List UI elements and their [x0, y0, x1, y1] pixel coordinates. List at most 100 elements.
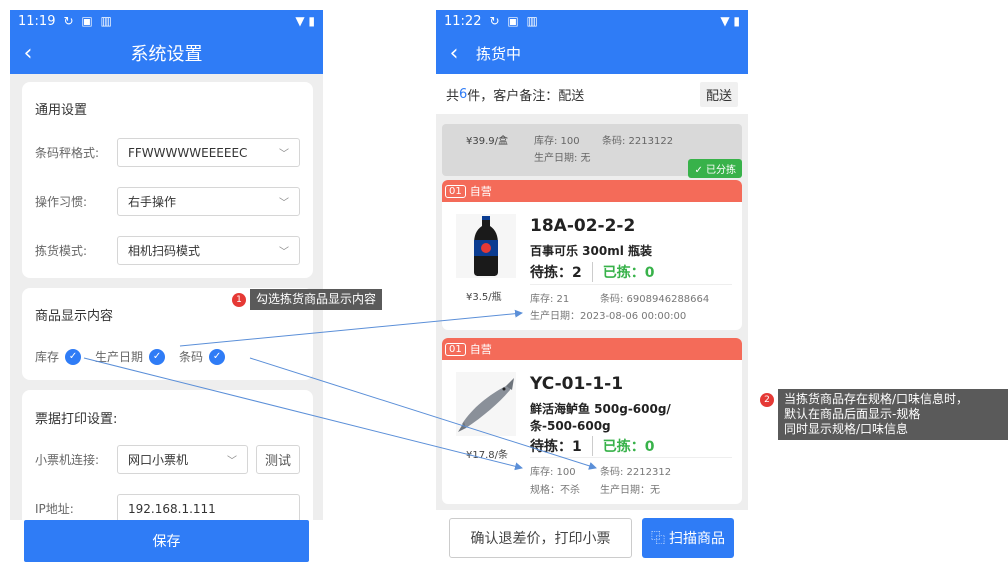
- app-bar: ‹ 系统设置: [10, 32, 323, 74]
- item-stock: 库存: 21: [530, 294, 570, 305]
- annotation-1: 1 勾选拣货商品显示内容: [232, 289, 383, 310]
- chevron-down-icon: ﹀: [226, 456, 237, 467]
- item-price: ¥39.9/盒: [466, 136, 508, 147]
- annotation-line: 同时显示规格/口味信息: [784, 422, 909, 436]
- save-bar: 保存: [10, 520, 323, 562]
- back-icon[interactable]: ‹: [436, 41, 472, 66]
- item-price: ¥3.5/瓶: [466, 292, 502, 303]
- item-name-line2: 条-500-600g: [530, 419, 611, 433]
- summary-prefix: 共: [446, 88, 460, 104]
- scan-button[interactable]: ⿻ 扫描商品: [642, 518, 734, 558]
- confirm-print-button[interactable]: 确认退差价，打印小票: [449, 518, 632, 558]
- ip-label: IP地址:: [35, 502, 74, 516]
- picking-screen: 11:22 ↻ ▣ ▥ ▼ ▮ ‹ 拣货中 共 6 件，客户备注：配送 配送 ¥39…: [436, 10, 748, 562]
- scan-button-label: 扫描商品: [669, 531, 725, 547]
- status-bar: 11:19 ↻ ▣ ▥ ▼ ▮: [10, 10, 323, 32]
- general-settings-card: 通用设置 条码秤格式: FFWWWWWEEEEEC ﹀ 操作习惯: 右手操作 ﹀…: [22, 82, 313, 278]
- annotation-number: 2: [760, 393, 774, 407]
- item-barcode: 条码: 6908946288664: [600, 294, 710, 305]
- check-icon: ✓: [65, 348, 82, 365]
- item-stock: 库存: 100: [530, 467, 576, 478]
- annotation-line: 当拣货商品存在规格/口味信息时，: [784, 392, 969, 406]
- scan-icon: ⿻: [651, 531, 665, 547]
- checkbox-barcode-label: 条码: [179, 350, 204, 364]
- habit-label: 操作习惯:: [35, 195, 88, 209]
- printer-label: 小票机连接:: [35, 453, 100, 467]
- settings-screen: 11:19 ↻ ▣ ▥ ▼ ▮ ‹ 系统设置 通用设置 条码秤格式: FFWWW…: [10, 10, 323, 562]
- item-date: 生产日期: 无: [534, 153, 591, 164]
- cola-bottle-image: [456, 214, 516, 278]
- ip-input[interactable]: 192.168.1.111: [117, 494, 300, 523]
- summary-remark: 件，客户备注：配送: [467, 88, 585, 104]
- barcode-format-row: 条码秤格式: FFWWWWWEEEEEC ﹀: [35, 138, 300, 167]
- pick-status: 待拣：2 已拣：0: [530, 262, 655, 282]
- item-name: 鲜活海鲈鱼 500g-600g/: [530, 402, 671, 416]
- barcode-format-select[interactable]: FFWWWWWEEEEEC ﹀: [117, 138, 300, 167]
- annotation-line: 默认在商品后面显示-规格: [784, 407, 921, 421]
- status-icons: ↻ ▣ ▥: [489, 14, 540, 28]
- pick-mode-label: 拣货模式:: [35, 244, 88, 258]
- checkbox-stock-label: 库存: [35, 350, 60, 364]
- pick-mode-select[interactable]: 相机扫码模式 ﹀: [117, 236, 300, 265]
- item-date: 生产日期：无: [600, 485, 660, 496]
- status-icons: ↻ ▣ ▥: [63, 14, 114, 28]
- item-type: 自营: [469, 185, 492, 198]
- barcode-format-value: FFWWWWWEEEEEC: [128, 145, 248, 160]
- item-price: ¥17.8/条: [466, 450, 508, 461]
- signal-battery-icon: ▼ ▮: [720, 14, 740, 28]
- item-location: 18A-02-2-2: [530, 216, 636, 236]
- page-title: 拣货中: [476, 44, 522, 63]
- item-no: 01: [445, 184, 466, 198]
- item-barcode: 条码: 2212312: [600, 467, 672, 478]
- printer-select[interactable]: 网口小票机 ﹀: [117, 445, 248, 474]
- item-stock: 库存: 100: [534, 136, 580, 147]
- habit-select[interactable]: 右手操作 ﹀: [117, 187, 300, 216]
- list-item[interactable]: 01 自营 18A-02-2-2 百事可乐 300ml 瓶装 待拣：2 已拣：0…: [442, 180, 742, 330]
- page-title: 系统设置: [130, 44, 203, 65]
- fish-image: [456, 372, 516, 436]
- display-heading: 商品显示内容: [35, 309, 114, 324]
- habit-value: 右手操作: [128, 195, 177, 209]
- ip-row: IP地址: 192.168.1.111: [35, 494, 300, 523]
- item-location: YC-01-1-1: [530, 374, 624, 394]
- test-button[interactable]: 测试: [255, 445, 300, 474]
- picked-badge: ✓ 已分拣: [688, 159, 742, 178]
- item-barcode: 条码: 2213122: [602, 136, 674, 147]
- annotation-text: 勾选拣货商品显示内容: [250, 289, 383, 310]
- printer-value: 网口小票机: [128, 453, 189, 467]
- list-item[interactable]: 01 自营 YC-01-1-1 鲜活海鲈鱼 500g-600g/ 条-500-6…: [442, 338, 742, 504]
- checkbox-production-date[interactable]: 生产日期 ✓: [95, 348, 166, 365]
- barcode-format-label: 条码秤格式:: [35, 146, 100, 160]
- checkbox-date-label: 生产日期: [95, 350, 144, 364]
- printer-row: 小票机连接: 网口小票机 ﹀ 测试: [35, 445, 300, 474]
- divider: [530, 284, 732, 285]
- back-icon[interactable]: ‹: [10, 41, 46, 66]
- app-bar: ‹ 拣货中: [436, 32, 748, 74]
- picked-item[interactable]: ¥39.9/盒 库存: 100 条码: 2213122 生产日期: 无 ✓ 已分…: [442, 124, 742, 178]
- delivery-tag: 配送: [699, 81, 738, 107]
- item-count: 6: [459, 86, 468, 102]
- pick-status: 待拣：1 已拣：0: [530, 436, 655, 456]
- print-heading: 票据打印设置:: [35, 412, 118, 427]
- chevron-down-icon: ﹀: [279, 149, 289, 160]
- item-spec: 规格：不杀: [530, 485, 580, 496]
- save-button[interactable]: 保存: [24, 520, 309, 562]
- general-heading: 通用设置: [35, 103, 88, 118]
- order-summary: 共 6 件，客户备注：配送 配送: [436, 74, 748, 114]
- status-bar: 11:22 ↻ ▣ ▥ ▼ ▮: [436, 10, 748, 32]
- item-type: 自营: [469, 343, 492, 356]
- to-pick-count: 待拣：2: [530, 265, 582, 281]
- item-date: 生产日期：2023-08-06 00:00:00: [530, 311, 687, 322]
- status-time: 11:19: [18, 13, 56, 29]
- checkbox-barcode[interactable]: 条码 ✓: [179, 348, 226, 365]
- divider: [530, 457, 732, 458]
- check-icon: ✓: [209, 348, 226, 365]
- annotation-2: 2 当拣货商品存在规格/口味信息时， 默认在商品后面显示-规格 同时显示规格/口…: [760, 389, 1008, 440]
- item-no: 01: [445, 342, 466, 356]
- checkbox-stock[interactable]: 库存 ✓: [35, 348, 82, 365]
- signal-battery-icon: ▼ ▮: [295, 14, 315, 28]
- pick-mode-row: 拣货模式: 相机扫码模式 ﹀: [35, 236, 300, 265]
- display-options: 库存 ✓ 生产日期 ✓ 条码 ✓: [35, 348, 239, 365]
- check-icon: ✓: [149, 348, 166, 365]
- annotation-text: 当拣货商品存在规格/口味信息时， 默认在商品后面显示-规格 同时显示规格/口味信…: [778, 389, 1008, 440]
